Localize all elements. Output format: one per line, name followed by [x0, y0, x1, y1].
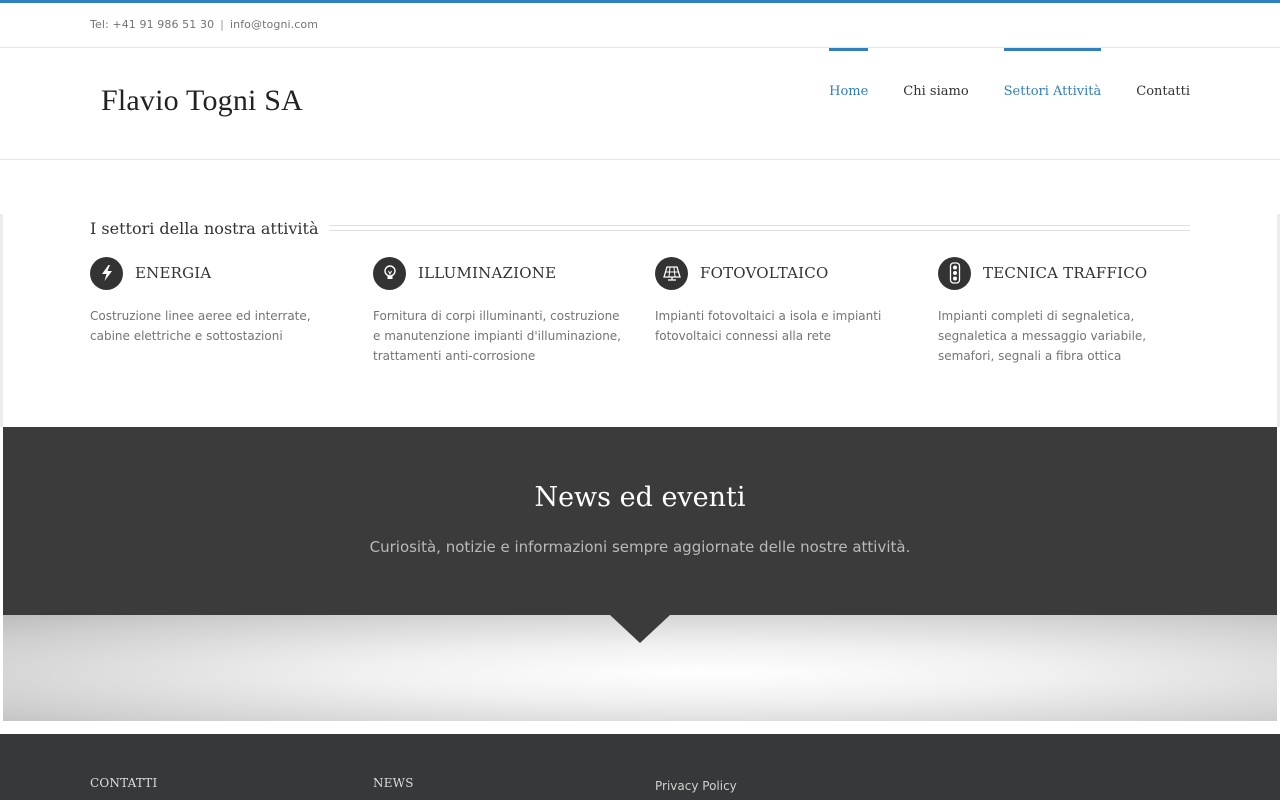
- email-link[interactable]: info@togni.com: [230, 18, 318, 31]
- solar-panel-icon: [655, 256, 688, 290]
- news-title: News ed eventi: [534, 482, 746, 513]
- contact-info: Tel: +41 91 986 51 30 | info@togni.com: [90, 18, 318, 31]
- sector-tecnica-traffico: TECNICA TRAFFICO Impianti completi di se…: [938, 256, 1190, 366]
- section-divider: [328, 225, 1190, 231]
- news-banner-pointer: [610, 615, 670, 643]
- lightbulb-icon: [373, 256, 406, 290]
- spacer: [0, 721, 1280, 734]
- lightning-icon: [90, 256, 123, 290]
- phone-number: Tel: +41 91 986 51 30: [90, 18, 215, 31]
- sector-title: TECNICA TRAFFICO: [983, 264, 1148, 282]
- sector-title: ENERGIA: [135, 264, 212, 282]
- privacy-policy-link[interactable]: Privacy Policy: [655, 779, 737, 793]
- sector-illuminazione: ILLUMINAZIONE Fornitura di corpi illumin…: [373, 256, 625, 366]
- nav-contatti[interactable]: Contatti: [1136, 48, 1190, 160]
- footer-heading-news: NEWS: [373, 776, 414, 790]
- sectors-list: ENERGIA Costruzione linee aeree ed inter…: [90, 256, 1190, 376]
- nav-settori-attivita[interactable]: Settori Attività: [1003, 48, 1101, 160]
- site-footer: CONTATTI NEWS Privacy Policy: [0, 734, 1280, 800]
- sectors-heading: I settori della nostra attività: [90, 216, 1190, 240]
- main-nav: Home Chi siamo Settori Attività Contatti: [794, 48, 1190, 160]
- traffic-light-icon: [938, 256, 971, 290]
- sector-description: Fornitura di corpi illuminanti, costruzi…: [373, 309, 621, 363]
- site-header: Flavio Togni SA Home Chi siamo Settori A…: [0, 48, 1280, 160]
- section-title: I settori della nostra attività: [90, 218, 319, 238]
- sector-description: Impianti completi di segnaletica, segnal…: [938, 309, 1147, 363]
- news-subtitle: Curiosità, notizie e informazioni sempre…: [369, 538, 911, 556]
- sector-description: Costruzione linee aeree ed interrate, ca…: [90, 309, 311, 343]
- sector-fotovoltaico: FOTOVOLTAICO Impianti fotovoltaici a iso…: [655, 256, 907, 346]
- left-gutter: [0, 214, 3, 427]
- contact-separator: |: [220, 18, 224, 31]
- footer-heading-contatti: CONTATTI: [90, 776, 158, 790]
- sector-title: ILLUMINAZIONE: [418, 264, 557, 282]
- site-logo[interactable]: Flavio Togni SA: [101, 84, 303, 118]
- sector-title: FOTOVOLTAICO: [700, 264, 829, 282]
- nav-home[interactable]: Home: [829, 48, 869, 160]
- news-banner: News ed eventi Curiosità, notizie e info…: [3, 427, 1277, 615]
- sector-energia: ENERGIA Costruzione linee aeree ed inter…: [90, 256, 342, 346]
- nav-chi-siamo[interactable]: Chi siamo: [903, 48, 968, 160]
- sector-description: Impianti fotovoltaici a isola e impianti…: [655, 309, 882, 343]
- top-bar: Tel: +41 91 986 51 30 | info@togni.com: [0, 3, 1280, 48]
